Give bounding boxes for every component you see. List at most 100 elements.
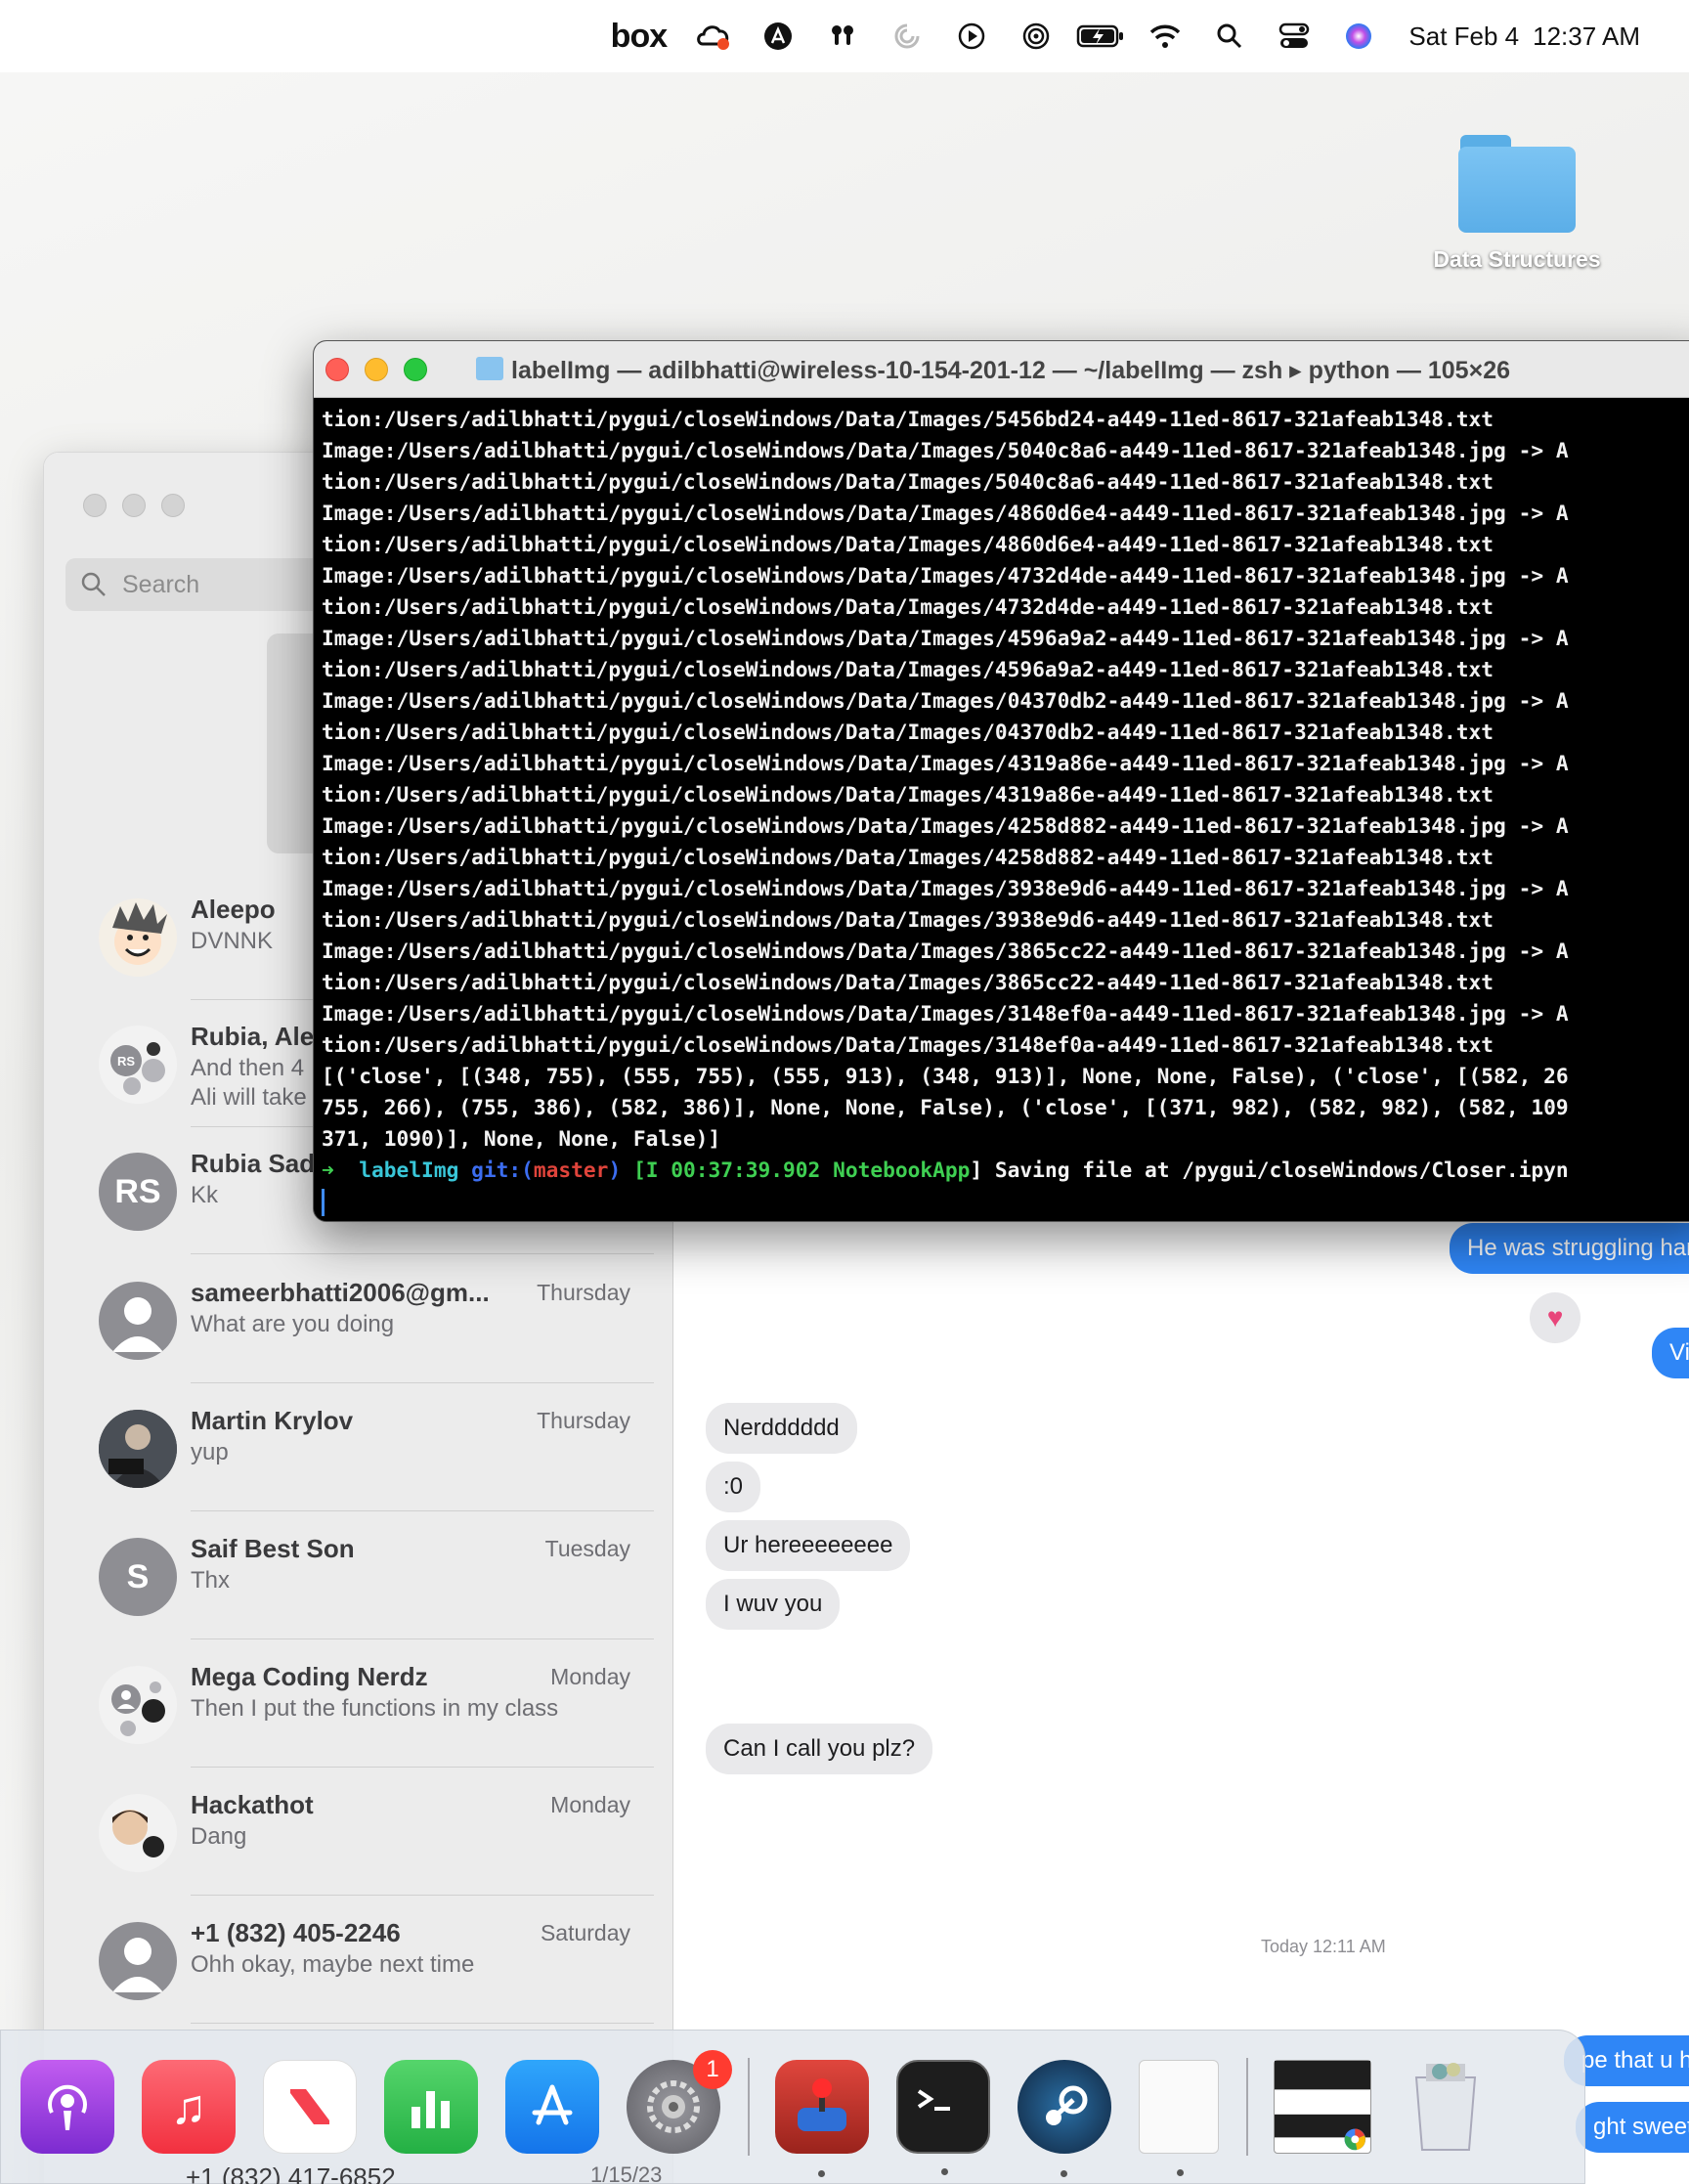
terminal-input-line[interactable]	[322, 1186, 1689, 1217]
terminal-title: labelImg — adilbhatti@wireless-10-154-20…	[511, 357, 1510, 384]
close-button[interactable]	[83, 494, 107, 517]
battery-icon[interactable]	[1068, 0, 1133, 72]
terminal-line: Image:/Users/adilbhatti/pygui/closeWindo…	[322, 626, 1569, 650]
conversation-date: Monday	[550, 1792, 630, 1817]
terminal-line: tion:/Users/adilbhatti/pygui/closeWindow…	[322, 469, 1494, 494]
creative-cloud-icon[interactable]	[681, 0, 746, 72]
conversation-date: Tuesday	[544, 1536, 630, 1561]
conversation-name: Aleepo	[191, 895, 276, 924]
conversation-row[interactable]: sameerbhatti2006@gm... What are you doin…	[44, 1256, 673, 1383]
wifi-icon[interactable]	[1133, 0, 1197, 72]
minimize-button[interactable]	[365, 358, 388, 381]
prompt-git-branch: master	[533, 1158, 609, 1182]
conversation-row[interactable]: +1 (832) 405-2246 Ohh okay, maybe next t…	[44, 1897, 673, 2024]
heart-tapback-icon: ♥	[1530, 1292, 1581, 1343]
minimize-button[interactable]	[122, 494, 146, 517]
close-button[interactable]	[325, 358, 349, 381]
search-icon	[79, 570, 108, 606]
received-message[interactable]: Ur hereeeeeeee	[706, 1520, 911, 1571]
terminal-line: Image:/Users/adilbhatti/pygui/closeWindo…	[322, 751, 1569, 775]
avatar-initials: RS	[99, 1153, 177, 1231]
zoom-button[interactable]	[404, 358, 427, 381]
conversation-preview: And then 4	[191, 1055, 305, 1081]
message-timestamp: Today 12:11 AM	[1261, 1937, 1386, 1956]
menubar-date[interactable]: Sat Feb 4	[1408, 22, 1519, 52]
terminal-line: Image:/Users/adilbhatti/pygui/closeWindo…	[322, 876, 1569, 900]
chrome-window-thumbnail[interactable]	[1274, 2060, 1371, 2154]
terminal-line: tion:/Users/adilbhatti/pygui/closeWindow…	[322, 782, 1494, 807]
dock-divider	[748, 2058, 750, 2156]
adobe-icon[interactable]	[746, 0, 810, 72]
conversation-date: Thursday	[537, 1280, 630, 1305]
terminal-icon[interactable]	[896, 2060, 990, 2175]
menubar-clock[interactable]: 12:37 AM	[1533, 22, 1640, 52]
group-avatar	[99, 1794, 177, 1872]
terminal-line: tion:/Users/adilbhatti/pygui/closeWindow…	[322, 1032, 1494, 1057]
received-message[interactable]: I wuv you	[706, 1579, 841, 1630]
podcasts-icon[interactable]	[21, 2060, 114, 2154]
terminal-line: tion:/Users/adilbhatti/pygui/closeWindow…	[322, 720, 1494, 744]
terminal-line: tion:/Users/adilbhatti/pygui/closeWindow…	[322, 907, 1494, 932]
conversation-name: Hackathot	[191, 1790, 314, 1819]
conversation-row[interactable]: Hackathot Dang Monday	[44, 1769, 673, 1896]
terminal-line: tion:/Users/adilbhatti/pygui/closeWindow…	[322, 845, 1494, 869]
prompt-arrow: ➜	[322, 1158, 334, 1182]
received-message[interactable]: :0	[706, 1462, 761, 1512]
airpods-icon[interactable]	[810, 0, 875, 72]
control-center-icon[interactable]	[1262, 0, 1326, 72]
svg-text:RS: RS	[117, 1054, 135, 1069]
spotlight-search-icon[interactable]	[1197, 0, 1262, 72]
conversation-preview: Dang	[191, 1823, 247, 1850]
conversation-preview: Kk	[191, 1182, 219, 1208]
music-icon[interactable]: ♫	[142, 2060, 236, 2154]
terminal-titlebar[interactable]: labelImg — adilbhatti@wireless-10-154-20…	[314, 341, 1689, 398]
avatar-initials: S	[99, 1538, 177, 1616]
conversation-date: Saturday	[540, 1920, 630, 1945]
conversation-row[interactable]: Martin Krylov yup Thursday	[44, 1384, 673, 1511]
desktop-folder-label: Data Structures	[1433, 246, 1601, 272]
trash-icon[interactable]	[1399, 2060, 1493, 2154]
conversation-preview: yup	[191, 1439, 229, 1465]
system-settings-icon[interactable]: 1	[627, 2050, 732, 2154]
received-message[interactable]: Can I call you plz?	[706, 1724, 933, 1774]
sent-message[interactable]: Virtua	[1652, 1328, 1689, 1378]
terminal-line: tion:/Users/adilbhatti/pygui/closeWindow…	[322, 532, 1494, 556]
conversation-row[interactable]: S Saif Best Son Thx Tuesday	[44, 1512, 673, 1639]
focus-spiral-icon[interactable]	[875, 0, 939, 72]
news-icon[interactable]	[263, 2060, 357, 2154]
log-message: ] Saving file at /pygui/closeWindows/Clo…	[970, 1158, 1569, 1182]
steam-icon[interactable]	[1018, 2060, 1111, 2177]
prompt-directory: labelImg	[359, 1158, 459, 1182]
airdrop-icon[interactable]	[1004, 0, 1068, 72]
received-message[interactable]: Nerdddddd	[706, 1403, 857, 1454]
desktop-folder[interactable]: Data Structures	[1419, 127, 1615, 273]
conversation-name-partial[interactable]: +1 (832) 417-6852	[186, 2162, 396, 2184]
siri-icon[interactable]	[1326, 0, 1391, 72]
conversation-row[interactable]: Mega Coding Nerdz Then I put the functio…	[44, 1640, 673, 1768]
numbers-icon[interactable]	[384, 2060, 478, 2154]
terminal-line: tion:/Users/adilbhatti/pygui/closeWindow…	[322, 407, 1494, 431]
zoom-button[interactable]	[161, 494, 185, 517]
terminal-output[interactable]: tion:/Users/adilbhatti/pygui/closeWindow…	[314, 398, 1689, 1221]
terminal-window: labelImg — adilbhatti@wireless-10-154-20…	[313, 340, 1689, 1222]
play-icon[interactable]	[939, 0, 1004, 72]
app-store-icon[interactable]	[505, 2060, 599, 2154]
conversation-preview: Then I put the functions in my class	[191, 1695, 559, 1722]
sent-message[interactable]: He was struggling hard i	[1450, 1223, 1689, 1274]
menu-bar: box Sat Feb 4 12:37 AM	[0, 0, 1689, 72]
conversation-name: Saif Best Son	[191, 1534, 355, 1563]
joystick-icon[interactable]	[775, 2060, 869, 2177]
log-prefix: [I 00:37:39.902	[632, 1158, 834, 1182]
terminal-line: [('close', [(348, 755), (555, 755), (555…	[322, 1064, 1569, 1088]
conversation-name: +1 (832) 405-2246	[191, 1918, 401, 1947]
prompt-git-label: git:(	[471, 1158, 534, 1182]
sent-message[interactable]: ght sweet	[1576, 2102, 1689, 2153]
terminal-line: Image:/Users/adilbhatti/pygui/closeWindo…	[322, 563, 1569, 588]
box-menu-icon[interactable]: box	[595, 0, 681, 72]
terminal-line: 371, 1090)], None, None, False)]	[322, 1126, 721, 1151]
document-icon[interactable]	[1139, 2060, 1219, 2176]
terminal-line: Image:/Users/adilbhatti/pygui/closeWindo…	[322, 501, 1569, 525]
terminal-line: tion:/Users/adilbhatti/pygui/closeWindow…	[322, 657, 1494, 681]
terminal-cursor	[322, 1189, 325, 1216]
terminal-line: Image:/Users/adilbhatti/pygui/closeWindo…	[322, 939, 1569, 963]
